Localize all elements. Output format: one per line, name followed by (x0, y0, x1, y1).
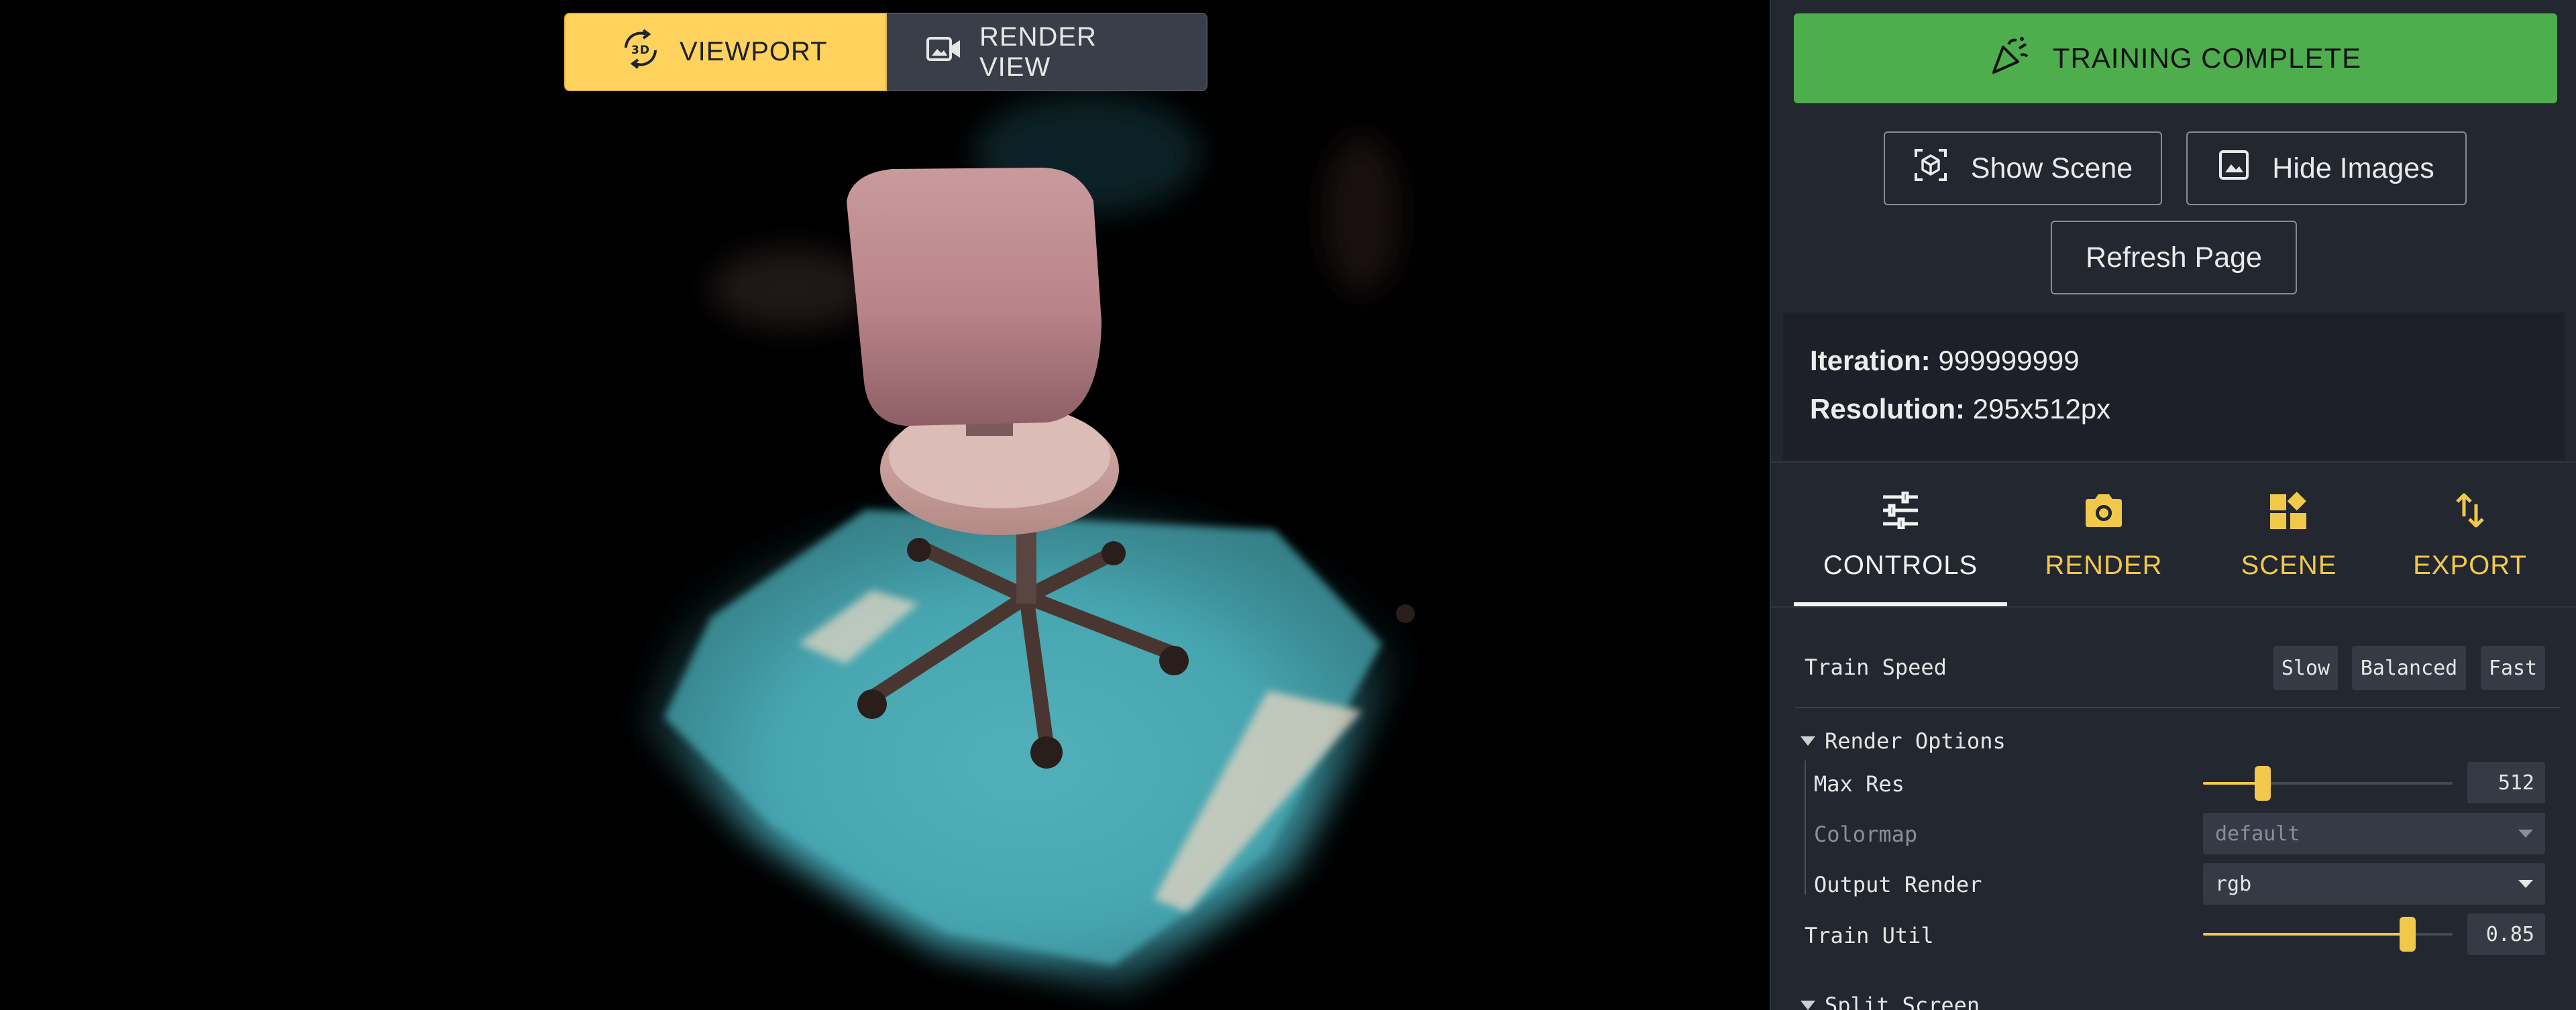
colormap-label: Colormap (1814, 822, 1918, 847)
speed-balanced-button[interactable]: Balanced (2352, 646, 2466, 690)
iteration-label: Iteration: (1810, 345, 1931, 376)
output-render-label: Output Render (1814, 872, 1982, 897)
output-render-value: rgb (2215, 872, 2252, 896)
tab-export[interactable]: EXPORT (2390, 463, 2551, 608)
hide-images-label: Hide Images (2272, 152, 2434, 184)
cube-view-icon (1913, 148, 1948, 190)
caret-down-icon (1801, 736, 1815, 746)
training-complete-button[interactable]: TRAINING COMPLETE (1794, 13, 2557, 103)
resolution-label: Resolution: (1810, 393, 1965, 425)
max-res-input[interactable]: 512 (2467, 762, 2545, 803)
active-tab-indicator (1794, 602, 2007, 606)
refresh-page-label: Refresh Page (2086, 241, 2262, 274)
max-res-slider[interactable] (2203, 766, 2453, 801)
split-screen-folder[interactable]: Split Screen (1801, 993, 1980, 1010)
tab-render[interactable]: RENDER (2023, 463, 2184, 608)
video-camera-icon (926, 34, 962, 70)
slider-thumb[interactable] (2400, 917, 2416, 952)
scene-render[interactable] (0, 0, 1770, 1010)
hide-images-button[interactable]: Hide Images (2186, 131, 2467, 205)
caret-down-icon (1801, 1001, 1815, 1010)
control-panel: TRAINING COMPLETE Show Scene Hide Images… (1770, 0, 2576, 1010)
slider-fill (2203, 933, 2408, 936)
3d-rotation-icon: 3D (619, 27, 662, 77)
view-toggle: 3D VIEWPORT RENDER VIEW (564, 13, 1208, 91)
tab-scene[interactable]: SCENE (2208, 463, 2369, 608)
image-icon (2218, 150, 2249, 188)
split-screen-label: Split Screen (1825, 993, 1980, 1010)
slider-fill (2203, 782, 2263, 785)
render-options-label: Render Options (1825, 728, 2006, 754)
folder-indent-line (1805, 761, 1806, 895)
colormap-value: default (2215, 822, 2300, 846)
show-scene-label: Show Scene (1970, 152, 2133, 184)
resolution-readout: Resolution: 295x512px (1810, 393, 2110, 425)
show-scene-button[interactable]: Show Scene (1884, 131, 2162, 205)
sliders-icon (1880, 490, 1921, 530)
speed-fast-button[interactable]: Fast (2481, 646, 2545, 690)
viewport-canvas[interactable]: 3D VIEWPORT RENDER VIEW (0, 0, 1770, 1010)
slider-thumb[interactable] (2255, 766, 2271, 801)
viewport-button-label: VIEWPORT (680, 37, 828, 66)
train-util-input[interactable]: 0.85 (2467, 913, 2545, 955)
render-options-folder[interactable]: Render Options (1801, 728, 2006, 754)
speed-slow-button[interactable]: Slow (2273, 646, 2338, 690)
render-view-button[interactable]: RENDER VIEW (887, 13, 1208, 91)
tab-scene-label: SCENE (2241, 550, 2337, 580)
widgets-icon (2269, 490, 2309, 530)
chevron-down-icon (2518, 830, 2533, 838)
svg-text:3D: 3D (631, 44, 650, 57)
train-util-label: Train Util (1805, 923, 1934, 948)
camera-icon (2083, 490, 2125, 530)
panel-tabs: CONTROLS RENDER SCENE EXPORT (1771, 461, 2576, 608)
tab-controls-label: CONTROLS (1823, 550, 1978, 580)
iteration-value: 999999999 (1938, 345, 2080, 376)
viewport-button[interactable]: 3D VIEWPORT (564, 13, 887, 91)
colormap-select: default (2203, 813, 2545, 854)
chevron-down-icon (2518, 880, 2533, 888)
training-info-panel: Iteration: 999999999 Resolution: 295x512… (1783, 313, 2565, 460)
train-util-slider[interactable] (2203, 917, 2453, 952)
tab-controls[interactable]: CONTROLS (1794, 463, 2007, 608)
render-view-button-label: RENDER VIEW (979, 21, 1097, 82)
output-render-select[interactable]: rgb (2203, 863, 2545, 905)
tab-export-label: EXPORT (2413, 550, 2527, 580)
tab-render-label: RENDER (2045, 550, 2163, 580)
training-complete-label: TRAINING COMPLETE (2052, 42, 2362, 74)
iteration-readout: Iteration: 999999999 (1810, 345, 2080, 377)
refresh-page-button[interactable]: Refresh Page (2051, 221, 2297, 294)
train-speed-label: Train Speed (1805, 655, 1947, 680)
celebration-icon (1990, 35, 2030, 82)
import-export-icon (2455, 490, 2485, 530)
resolution-value: 295x512px (1972, 393, 2111, 425)
divider (1795, 707, 2560, 708)
max-res-label: Max Res (1814, 771, 1904, 797)
